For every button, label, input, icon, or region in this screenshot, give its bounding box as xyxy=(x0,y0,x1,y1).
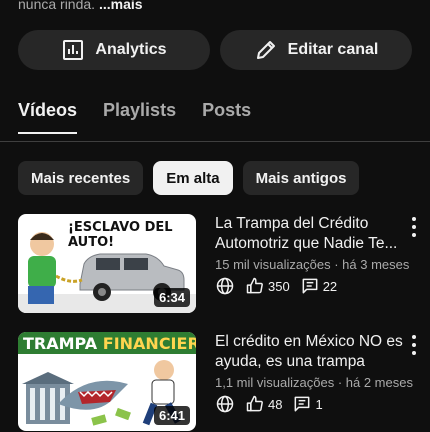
edit-channel-button[interactable]: Editar canal xyxy=(220,30,412,70)
sort-chips: Mais recentes Em alta Mais antigos xyxy=(18,161,360,195)
tabs-divider xyxy=(0,141,430,142)
bar-chart-icon xyxy=(63,40,84,60)
video-thumbnail[interactable]: TRAMPA FINANCIERA 6:41 xyxy=(18,332,196,431)
likes-count: 350 xyxy=(268,278,290,294)
visibility-stat xyxy=(215,276,235,296)
chip-popular[interactable]: Em alta xyxy=(153,161,233,195)
tab-videos[interactable]: Vídeos xyxy=(18,100,78,134)
thumbnail-caption-b: FINANCIERA xyxy=(102,334,196,353)
comments-stat: 22 xyxy=(300,276,337,296)
thumbs-up-icon xyxy=(246,395,263,412)
video-duration: 6:34 xyxy=(153,288,190,307)
chip-oldest[interactable]: Mais antigos xyxy=(242,161,360,195)
likes-count: 48 xyxy=(268,396,283,412)
tab-posts[interactable]: Posts xyxy=(202,100,251,134)
edit-channel-label: Editar canal xyxy=(287,41,379,58)
thumbnail-caption: ¡ESCLAVO DEL AUTO! xyxy=(68,220,173,250)
channel-tabs: Vídeos Playlists Posts xyxy=(18,100,277,134)
video-meta: 1,1 mil visualizações · há 2 meses xyxy=(215,375,413,390)
thumbnail-caption: TRAMPA FINANCIERA xyxy=(23,334,196,353)
channel-description: nunca rinda. ...mais xyxy=(18,0,143,12)
video-thumbnail[interactable]: ¡ESCLAVO DEL AUTO! 6:34 xyxy=(18,214,196,313)
video-stats: 350 22 xyxy=(215,276,347,296)
likes-stat: 350 xyxy=(245,276,290,296)
pencil-icon xyxy=(256,41,275,59)
analytics-button[interactable]: Analytics xyxy=(18,30,210,70)
thumbs-up-icon xyxy=(246,277,263,294)
globe-icon xyxy=(216,277,234,295)
more-vertical-icon[interactable] xyxy=(406,216,422,238)
tab-playlists[interactable]: Playlists xyxy=(103,100,176,134)
globe-icon xyxy=(216,395,234,413)
video-duration: 6:41 xyxy=(153,406,190,425)
more-vertical-icon[interactable] xyxy=(406,334,422,356)
visibility-stat xyxy=(215,394,235,414)
video-title[interactable]: La Trampa del Crédito Automotriz que Nad… xyxy=(215,214,405,254)
comment-icon xyxy=(302,278,318,294)
channel-actions: Analytics Editar canal xyxy=(18,30,412,70)
comments-count: 22 xyxy=(322,278,338,294)
description-text: nunca rinda. xyxy=(18,0,96,12)
likes-stat: 48 xyxy=(245,394,282,414)
video-stats: 48 1 xyxy=(215,394,333,414)
video-item[interactable]: ¡ESCLAVO DEL AUTO! 6:34 La Trampa del Cr… xyxy=(18,214,430,314)
comment-icon xyxy=(295,396,310,412)
description-more-link[interactable]: ...mais xyxy=(99,0,143,12)
video-title[interactable]: El crédito en México NO es ayuda, es una… xyxy=(215,332,405,372)
video-item[interactable]: TRAMPA FINANCIERA 6:41 El crédito en Méx… xyxy=(18,332,430,432)
analytics-label: Analytics xyxy=(95,41,167,58)
comments-count: 1 xyxy=(315,396,323,412)
chip-most-recent[interactable]: Mais recentes xyxy=(18,161,144,195)
thumbnail-caption-a: TRAMPA xyxy=(23,334,98,353)
video-meta: 15 mil visualizações · há 3 meses xyxy=(215,257,410,272)
comments-stat: 1 xyxy=(292,394,323,414)
